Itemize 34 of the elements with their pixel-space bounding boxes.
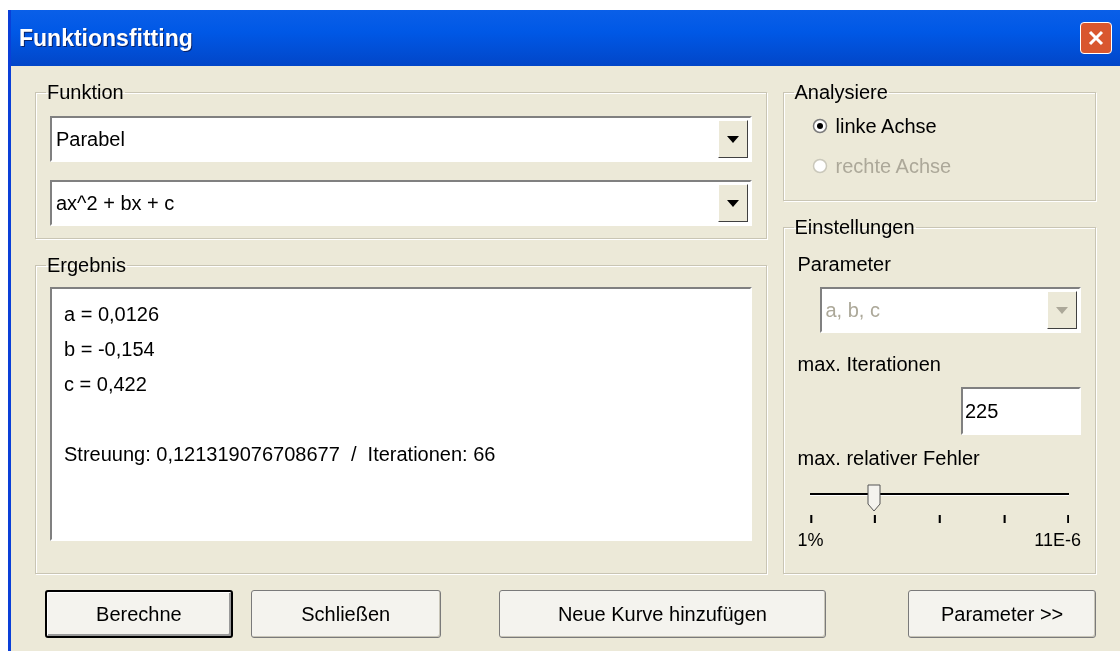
group-label: Einstellungen	[793, 217, 916, 237]
dialog-button[interactable]: Berechne	[45, 590, 233, 638]
caret-icon	[1056, 306, 1068, 314]
close-icon	[1087, 29, 1105, 47]
dropdown-button[interactable]	[717, 120, 748, 158]
result-text-area[interactable]: a = 0,0126 b = -0,154 c = 0,422 Streuung: 0,121319076708677 / Iterationen: 66	[50, 287, 752, 541]
window-title: Funktionsfitting	[19, 23, 193, 53]
result-line: c = 0,422	[64, 372, 148, 397]
dialog-button[interactable]: Neue Kurve hinzufügen	[498, 590, 827, 638]
group-label: Funktion	[46, 82, 125, 102]
parameter-label: Parameter	[797, 252, 892, 277]
result-summary: Streuung: 0,121319076708677 / Iterationen: 66	[64, 442, 497, 467]
caret-icon	[726, 199, 739, 207]
slider-min-label: 1%	[797, 529, 824, 552]
iterations-label: max. Iterationen	[797, 352, 942, 377]
result-line: b = -0,154	[64, 337, 156, 362]
radio-icon	[811, 158, 828, 174]
close-button[interactable]	[1080, 22, 1112, 54]
radio-icon	[811, 118, 828, 134]
result-line: a = 0,0126	[64, 302, 161, 327]
slider-thumb[interactable]	[867, 481, 882, 509]
dialog-button[interactable]: Parameter >>	[908, 590, 1096, 638]
axis-radio[interactable]: linke Achse	[797, 106, 1081, 146]
slider-track[interactable]	[809, 481, 1069, 511]
slider-max-label: 11E-6	[1034, 529, 1081, 552]
caret-icon	[726, 135, 739, 143]
dialog-button[interactable]: Schließen	[250, 590, 441, 638]
dropdown-button[interactable]	[717, 184, 748, 222]
function-type-dropdown[interactable]: Parabel	[50, 116, 752, 162]
formula-dropdown[interactable]: ax^2 + bx + c	[50, 180, 752, 226]
iterations-field[interactable]: 225	[961, 387, 1081, 435]
group-label: Analysiere	[793, 82, 889, 102]
error-label: max. relativer Fehler	[797, 446, 981, 471]
group-label: Ergebnis	[46, 255, 127, 275]
